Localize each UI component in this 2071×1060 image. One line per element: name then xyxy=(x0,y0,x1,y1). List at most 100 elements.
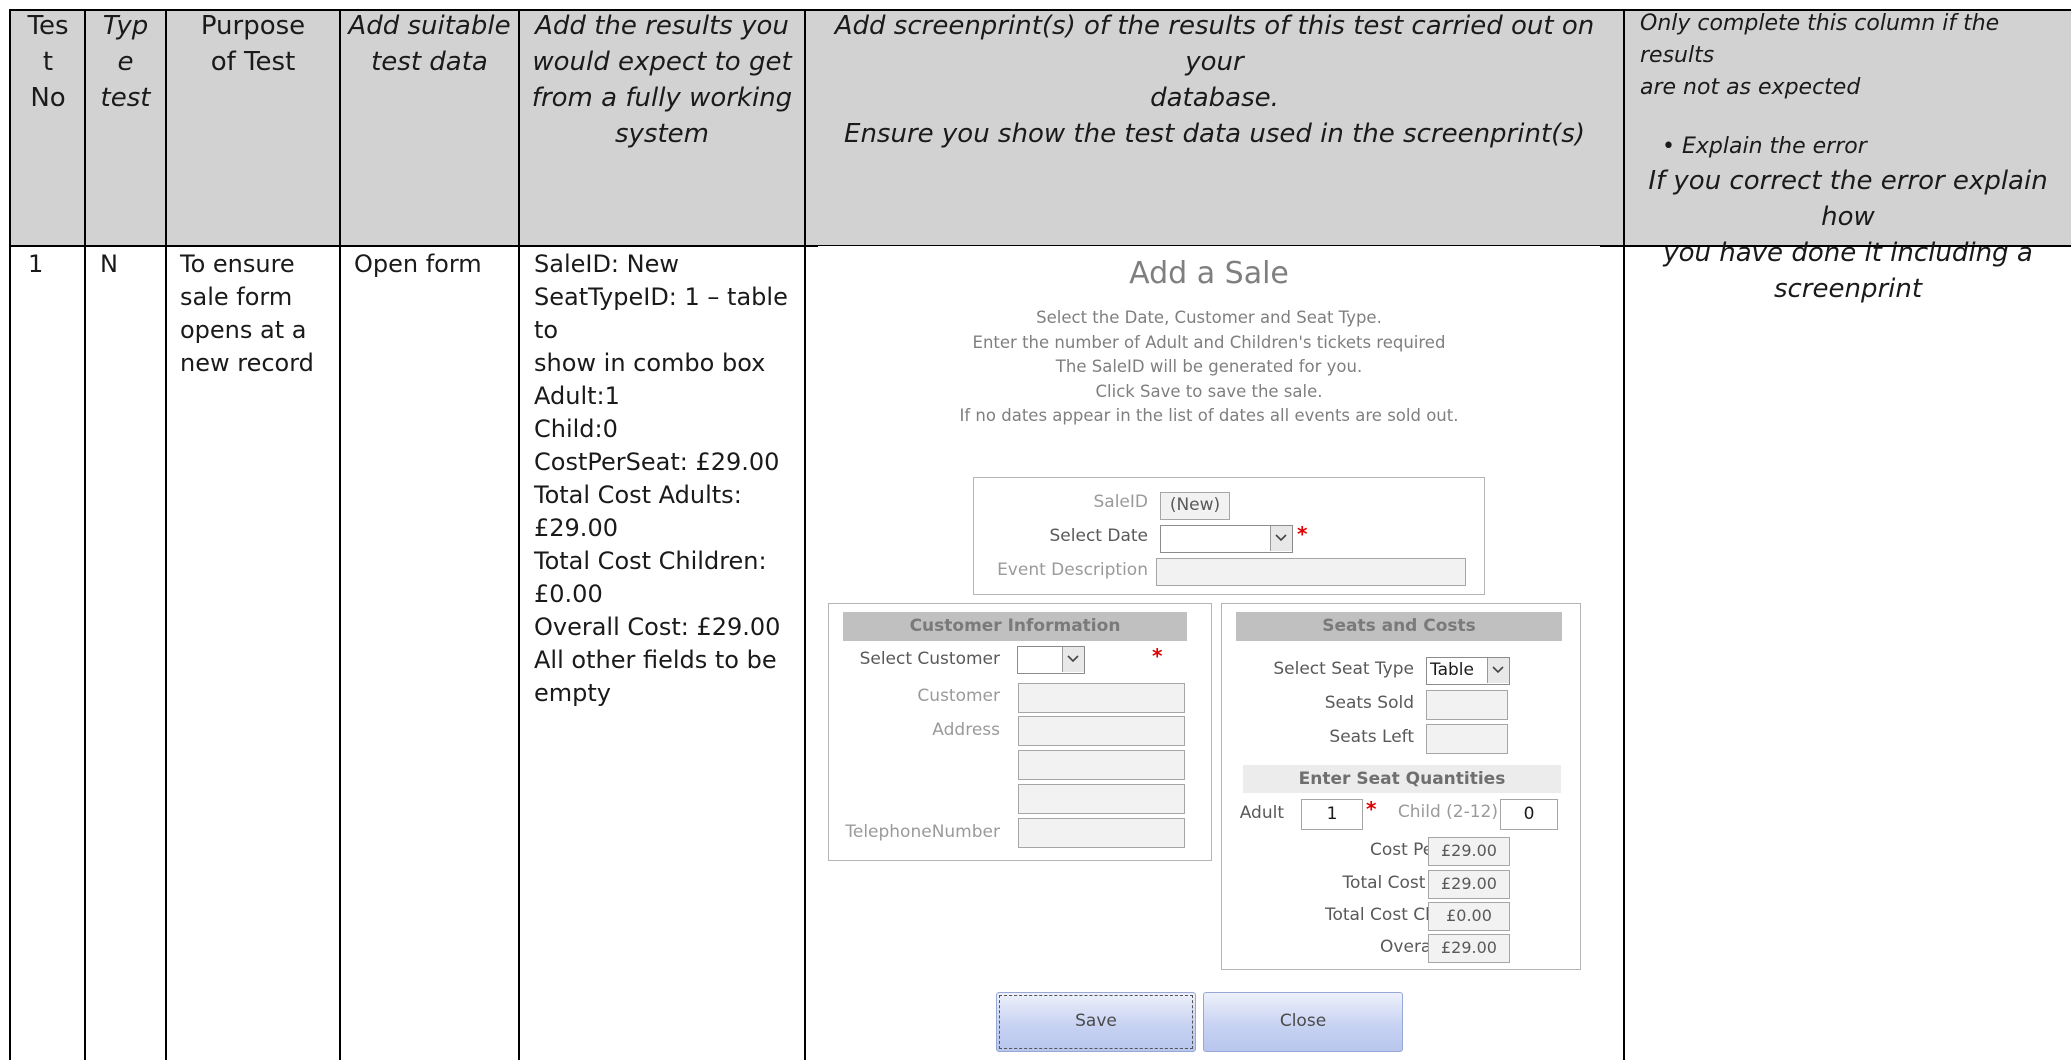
seat-type-label: Select Seat Type xyxy=(1273,659,1414,679)
expected-line: £0.00 xyxy=(534,580,603,608)
seats-costs-header: Seats and Costs xyxy=(1236,612,1562,641)
header-test-data: Add suitable test data xyxy=(341,8,518,80)
address-field-2 xyxy=(1018,750,1185,780)
header-expected-results: Add the results you would expect to get … xyxy=(520,8,804,152)
select-date-combo[interactable] xyxy=(1160,525,1293,553)
address-field-1 xyxy=(1018,716,1185,746)
row-test-no: 1 xyxy=(28,250,44,278)
chevron-down-icon[interactable] xyxy=(1062,647,1084,672)
header-errors: Only complete this column if the results… xyxy=(1640,8,2070,307)
required-marker: * xyxy=(1366,797,1377,821)
table-border-left xyxy=(9,9,11,1060)
header-expected-line: Add the results you xyxy=(535,11,789,41)
header-errors-line: If you correct the error explain how xyxy=(1648,166,2048,232)
expected-line: Total Cost Children: xyxy=(534,547,767,575)
header-purpose: Purpose of Test xyxy=(167,8,339,80)
child-label: Child (2-12) xyxy=(1397,802,1498,822)
expected-line: CostPerSeat: £29.00 xyxy=(534,448,780,476)
header-screenprint: Add screenprint(s) of the results of thi… xyxy=(806,8,1623,152)
header-expected-line: system xyxy=(615,119,709,149)
telephone-field xyxy=(1018,818,1185,848)
seats-sold-field xyxy=(1426,690,1508,720)
form-title: Add a Sale xyxy=(1129,256,1289,291)
seat-type-combo[interactable]: Table xyxy=(1426,657,1510,685)
expected-line: show in combo box xyxy=(534,349,766,377)
total-cost-adults-value: £29.00 xyxy=(1428,870,1510,899)
form-instructions: Select the Date, Customer and Seat Type.… xyxy=(818,306,1600,429)
row-purpose-line: new record xyxy=(180,349,314,377)
row-purpose-line: To ensure xyxy=(180,250,295,278)
expected-line: SeatTypeID: 1 – table to xyxy=(534,283,788,344)
address-label: Address xyxy=(932,720,1000,740)
header-errors-bullet: • Explain the error xyxy=(1640,131,2070,163)
seats-left-label: Seats Left xyxy=(1329,727,1414,747)
expected-line: All other fields to be xyxy=(534,646,777,674)
header-screenprint-line: database. xyxy=(1150,83,1279,113)
header-purpose-line: of Test xyxy=(210,47,296,77)
seat-quantities-header: Enter Seat Quantities xyxy=(1243,765,1561,793)
header-expected-line: from a fully working xyxy=(531,83,793,113)
row-purpose-line: sale form xyxy=(180,283,293,311)
header-errors-line: you have done it including a xyxy=(1663,238,2033,268)
telephone-label: TelephoneNumber xyxy=(845,822,1000,842)
close-button[interactable]: Close xyxy=(1203,992,1403,1052)
select-customer-combo[interactable] xyxy=(1017,646,1085,674)
cost-per-seat-value: £29.00 xyxy=(1428,837,1510,866)
header-test-no: Tes t No xyxy=(12,8,84,116)
instruction-line: Click Save to save the sale. xyxy=(1095,381,1323,401)
event-description-label: Event Description xyxy=(997,560,1148,580)
header-expected-line: would expect to get xyxy=(532,47,792,77)
instruction-line: The SaleID will be generated for you. xyxy=(1055,357,1363,376)
row-test-data: Open form xyxy=(354,250,482,278)
adult-quantity-input[interactable]: 1 xyxy=(1301,799,1363,830)
select-date-label: Select Date xyxy=(1049,526,1148,546)
expected-line: £29.00 xyxy=(534,514,618,542)
row-purpose: To ensure sale form opens at a new recor… xyxy=(180,248,324,380)
customer-info-header: Customer Information xyxy=(843,612,1187,641)
chevron-down-icon[interactable] xyxy=(1487,658,1509,683)
header-type-test: Typ e test xyxy=(86,8,165,116)
child-quantity-input[interactable]: 0 xyxy=(1500,799,1558,830)
col-divider-1 xyxy=(84,9,86,1060)
row-purpose-line: opens at a xyxy=(180,316,307,344)
instruction-line: Enter the number of Adult and Children's… xyxy=(972,332,1446,352)
adult-label: Adult xyxy=(1239,803,1284,823)
header-purpose-line: Purpose xyxy=(200,11,306,41)
overall-cost-value: £29.00 xyxy=(1428,934,1510,963)
seats-sold-label: Seats Sold xyxy=(1324,693,1414,713)
header-errors-line: screenprint xyxy=(1773,274,1923,304)
row-expected: SaleID: New SeatTypeID: 1 – table to sho… xyxy=(534,248,790,710)
expected-line: Total Cost Adults: xyxy=(534,481,742,509)
col-divider-6 xyxy=(1623,9,1625,1060)
expected-line: SaleID: New xyxy=(534,250,679,278)
col-divider-4 xyxy=(518,9,520,1060)
customer-label: Customer xyxy=(917,686,1000,706)
saleid-field: (New) xyxy=(1160,492,1230,520)
select-customer-label: Select Customer xyxy=(859,649,1000,669)
chevron-down-icon[interactable] xyxy=(1270,526,1292,551)
required-marker: * xyxy=(1297,522,1308,546)
address-field-3 xyxy=(1018,784,1185,814)
row-type: N xyxy=(100,250,118,278)
header-type-line: Typ xyxy=(102,11,149,41)
header-errors-line: are not as expected xyxy=(1640,75,1861,100)
header-test-data-line: test data xyxy=(371,47,488,77)
seats-left-field xyxy=(1426,724,1508,754)
instruction-line: Select the Date, Customer and Seat Type. xyxy=(1036,308,1382,327)
header-test-no-line: t xyxy=(42,47,54,77)
col-divider-3 xyxy=(339,9,341,1060)
expected-line: empty xyxy=(534,679,611,707)
save-button[interactable]: Save xyxy=(996,992,1196,1052)
header-errors-line: Only complete this column if the results xyxy=(1640,11,2000,68)
header-type-line: e xyxy=(117,47,134,77)
header-test-no-line: Tes xyxy=(27,11,69,41)
expected-line: Child:0 xyxy=(534,415,618,443)
saleid-label: SaleID xyxy=(1093,492,1149,512)
event-description-field xyxy=(1156,558,1466,586)
required-marker: * xyxy=(1152,644,1163,668)
header-errors-bullet-text: Explain the error xyxy=(1681,134,1867,159)
col-divider-5 xyxy=(804,9,806,1060)
seat-type-value: Table xyxy=(1430,660,1474,680)
header-screenprint-line: Ensure you show the test data used in th… xyxy=(844,119,1585,149)
header-screenprint-line: Add screenprint(s) of the results of thi… xyxy=(834,11,1595,77)
